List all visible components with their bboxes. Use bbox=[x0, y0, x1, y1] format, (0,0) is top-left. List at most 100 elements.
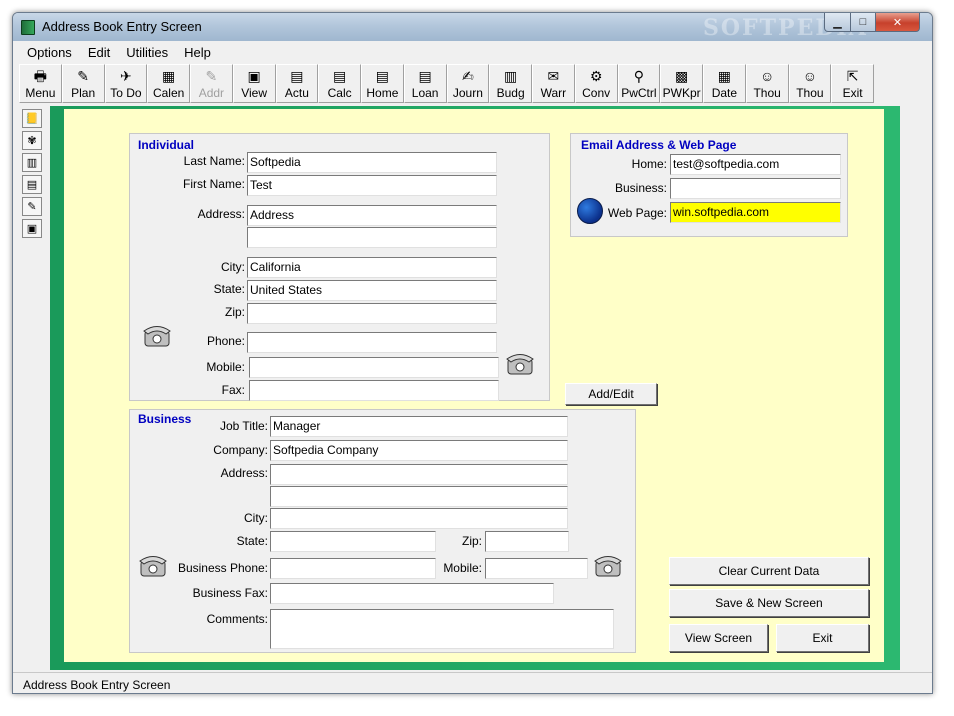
mobile-phone-icon[interactable] bbox=[505, 350, 535, 376]
clear-current-data-button[interactable]: Clear Current Data bbox=[669, 557, 869, 585]
toolbar-label: Date bbox=[711, 86, 738, 100]
business-zip-label: Zip: bbox=[461, 534, 482, 548]
toolbar-icon: ▩ bbox=[675, 68, 689, 84]
toolbar-button-journ[interactable]: ✍ Journ bbox=[446, 64, 490, 103]
business-group: Business Job Title: Manager Company: Sof… bbox=[129, 409, 636, 653]
menu-options[interactable]: Options bbox=[19, 45, 80, 60]
web-page-field[interactable]: win.softpedia.com bbox=[670, 202, 841, 223]
side-tool-icon[interactable]: ▥ bbox=[22, 153, 42, 172]
exit-button[interactable]: Exit bbox=[776, 624, 869, 652]
state-field[interactable]: United States bbox=[247, 280, 497, 301]
first-name-field[interactable]: Test bbox=[247, 175, 497, 196]
toolbar-button-warr[interactable]: ✉ Warr bbox=[532, 64, 575, 103]
toolbar-button-addr[interactable]: ✎ Addr bbox=[190, 64, 233, 103]
toolbar-icon: ☺ bbox=[759, 68, 775, 84]
side-toolbar: 📒 ✾ ▥ ▤ ✎ ▣ bbox=[22, 109, 42, 238]
business-state-field[interactable] bbox=[270, 531, 436, 552]
business-address-line1-field[interactable] bbox=[270, 464, 568, 485]
toolbar-icon: ⚙ bbox=[589, 68, 603, 84]
side-tool-icon[interactable]: ✾ bbox=[22, 131, 42, 150]
home-email-field[interactable]: test@softpedia.com bbox=[670, 154, 841, 175]
phone-field[interactable] bbox=[247, 332, 497, 353]
zip-field[interactable] bbox=[247, 303, 497, 324]
zip-label: Zip: bbox=[224, 305, 245, 319]
business-phone-label: Business Phone: bbox=[177, 561, 268, 575]
business-phone-field[interactable] bbox=[270, 558, 436, 579]
menu-utilities[interactable]: Utilities bbox=[118, 45, 176, 60]
close-button[interactable]: ✕ bbox=[875, 13, 920, 32]
side-tool-icon[interactable]: ▤ bbox=[22, 175, 42, 194]
city-label: City: bbox=[221, 260, 245, 274]
phone-label: Phone: bbox=[206, 334, 245, 348]
toolbar-button-home[interactable]: ▤ Home bbox=[361, 64, 404, 103]
toolbar-button-exit[interactable]: ⇱ Exit bbox=[831, 64, 874, 103]
toolbar-label: View bbox=[241, 86, 268, 100]
business-state-label: State: bbox=[236, 534, 268, 548]
menu-edit[interactable]: Edit bbox=[80, 45, 118, 60]
toolbar-button-date[interactable]: ▦ Date bbox=[703, 64, 746, 103]
business-mobile-icon[interactable] bbox=[593, 552, 623, 578]
fax-field[interactable] bbox=[249, 380, 499, 401]
toolbar-label: PWKpr bbox=[662, 86, 701, 100]
toolbar-label: Conv bbox=[582, 86, 611, 100]
save-new-screen-button[interactable]: Save & New Screen bbox=[669, 589, 869, 617]
toolbar-icon: ▥ bbox=[504, 68, 518, 84]
minimize-button[interactable]: ▁ bbox=[824, 13, 851, 32]
toolbar-button-loan[interactable]: ▤ Loan bbox=[403, 64, 447, 103]
toolbar-button-to-do[interactable]: ✈ To Do bbox=[104, 64, 148, 103]
business-address-line2-field[interactable] bbox=[270, 486, 568, 507]
business-zip-field[interactable] bbox=[485, 531, 569, 552]
fax-label: Fax: bbox=[221, 383, 245, 397]
toolbar-button-calen[interactable]: ▦ Calen bbox=[147, 64, 190, 103]
side-tool-icon[interactable]: ▣ bbox=[22, 219, 42, 238]
toolbar-button-actu[interactable]: ▤ Actu bbox=[275, 64, 319, 103]
job-title-field[interactable]: Manager bbox=[270, 416, 568, 437]
toolbar-button-conv[interactable]: ⚙ Conv bbox=[574, 64, 618, 103]
view-screen-button[interactable]: View Screen bbox=[669, 624, 768, 652]
toolbar-button-pwctrl[interactable]: ⚲ PwCtrl bbox=[617, 64, 661, 103]
toolbar-button-view[interactable]: ▣ View bbox=[232, 64, 276, 103]
maximize-button[interactable]: □ bbox=[850, 13, 876, 32]
business-mobile-field[interactable] bbox=[485, 558, 588, 579]
title-bar[interactable]: Address Book Entry Screen SOFTPEDIA ▁ □ … bbox=[13, 13, 932, 41]
menu-help[interactable]: Help bbox=[176, 45, 219, 60]
toolbar-button-calc[interactable]: ▤ Calc bbox=[318, 64, 361, 103]
toolbar-icon: ▣ bbox=[247, 68, 261, 84]
business-fax-label: Business Fax: bbox=[192, 586, 268, 600]
side-tool-icon[interactable]: 📒 bbox=[22, 109, 42, 128]
toolbar-button-plan[interactable]: ✎ Plan bbox=[61, 64, 105, 103]
side-tool-icon[interactable]: ✎ bbox=[22, 197, 42, 216]
business-fax-field[interactable] bbox=[270, 583, 554, 604]
toolbar-button-thou[interactable]: ☺ Thou bbox=[788, 64, 832, 103]
company-field[interactable]: Softpedia Company bbox=[270, 440, 568, 461]
toolbar-label: Loan bbox=[411, 86, 439, 100]
business-city-label: City: bbox=[244, 511, 268, 525]
business-email-field[interactable] bbox=[670, 178, 841, 199]
toolbar-label: Calen bbox=[152, 86, 185, 100]
address-line1-field[interactable]: Address bbox=[247, 205, 497, 226]
address-line2-field[interactable] bbox=[247, 227, 497, 248]
toolbar-label: Journ bbox=[452, 86, 483, 100]
toolbar-button-pwkpr[interactable]: ▩ PWKpr bbox=[660, 64, 703, 103]
mobile-field[interactable] bbox=[249, 357, 499, 378]
toolbar-label: Addr bbox=[198, 86, 225, 100]
entry-panel: Individual Last Name: Softpedia First Na… bbox=[64, 109, 884, 662]
add-edit-button[interactable]: Add/Edit bbox=[565, 383, 657, 405]
toolbar-button-budg[interactable]: ▥ Budg bbox=[489, 64, 532, 103]
toolbar-icon: ▦ bbox=[162, 68, 176, 84]
individual-group: Individual Last Name: Softpedia First Na… bbox=[129, 133, 550, 401]
toolbar-button-menu[interactable]: 🖶 Menu bbox=[19, 64, 62, 103]
business-city-field[interactable] bbox=[270, 508, 568, 529]
toolbar-button-thou[interactable]: ☺ Thou bbox=[745, 64, 789, 103]
toolbar-icon: 🖶 bbox=[33, 68, 47, 84]
city-field[interactable]: California bbox=[247, 257, 497, 278]
last-name-field[interactable]: Softpedia bbox=[247, 152, 497, 173]
toolbar-label: Actu bbox=[284, 86, 309, 100]
web-page-label: Web Page: bbox=[607, 206, 667, 220]
state-label: State: bbox=[213, 282, 245, 296]
comments-field[interactable] bbox=[270, 609, 614, 649]
business-email-label: Business: bbox=[614, 181, 667, 195]
app-book-icon bbox=[21, 20, 35, 35]
individual-title: Individual bbox=[138, 138, 195, 152]
toolbar-label: Thou bbox=[796, 86, 824, 100]
